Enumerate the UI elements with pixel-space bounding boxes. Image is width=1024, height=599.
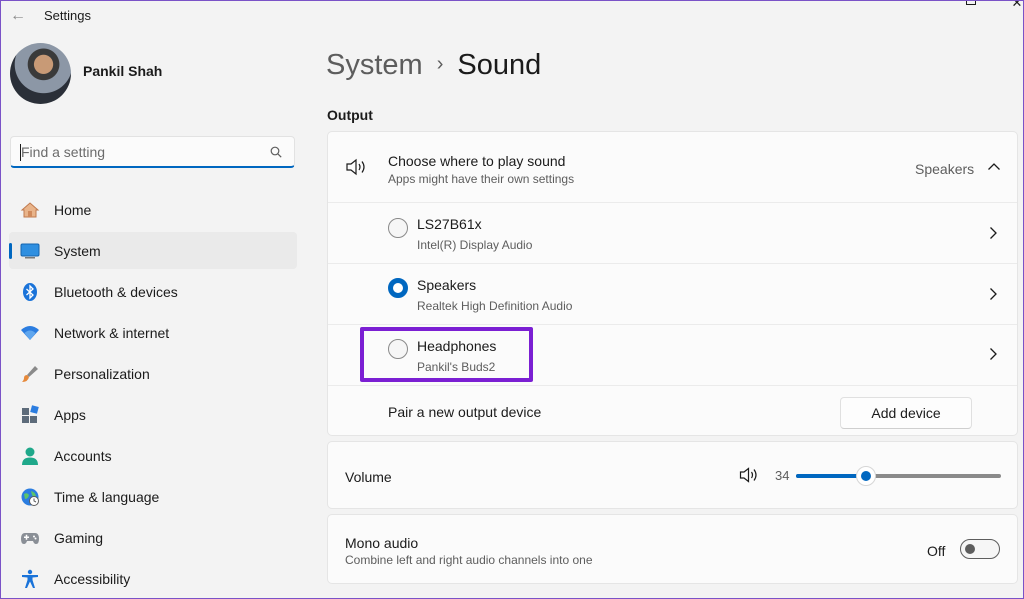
- sidebar-item-system[interactable]: System: [9, 232, 297, 269]
- output-device-row[interactable]: Speakers Realtek High Definition Audio: [328, 263, 1017, 324]
- device-description: Realtek High Definition Audio: [417, 299, 573, 313]
- sidebar-item-label: Accessibility: [54, 571, 131, 587]
- globe-clock-icon: [21, 488, 39, 506]
- output-selector-title: Choose where to play sound: [388, 153, 566, 169]
- output-device-row[interactable]: LS27B61x Intel(R) Display Audio: [328, 202, 1017, 263]
- selected-output-value: Speakers: [915, 161, 975, 177]
- volume-slider-thumb[interactable]: [855, 466, 876, 486]
- close-button[interactable]: ✕: [1007, 1, 1023, 11]
- avatar: [10, 43, 71, 104]
- sidebar-item-label: System: [54, 243, 101, 259]
- apps-icon: [22, 405, 39, 423]
- sidebar-item-label: Personalization: [54, 366, 150, 382]
- add-device-button[interactable]: Add device: [840, 397, 972, 429]
- settings-window: ← Settings ✕ Pankil Shah Find a setting …: [0, 0, 1024, 599]
- volume-label: Volume: [345, 469, 392, 485]
- mono-audio-toggle[interactable]: [960, 539, 1000, 559]
- device-description: Intel(R) Display Audio: [417, 238, 533, 252]
- radio-button-selected[interactable]: [388, 278, 408, 298]
- sidebar-item-label: Time & language: [54, 489, 160, 505]
- breadcrumb: System › Sound: [326, 49, 541, 82]
- mono-audio-subtitle: Combine left and right audio channels in…: [345, 553, 593, 567]
- minimize-button[interactable]: [913, 1, 933, 11]
- radio-button[interactable]: [388, 218, 408, 238]
- gamepad-icon: [21, 533, 39, 544]
- accounts-icon: [22, 447, 38, 465]
- pair-device-label: Pair a new output device: [388, 404, 542, 420]
- wifi-icon: [21, 326, 39, 340]
- mono-audio-state: Off: [927, 543, 946, 559]
- chevron-right-icon[interactable]: [987, 287, 999, 301]
- sidebar-item-label: Accounts: [54, 448, 112, 464]
- sidebar-item-bluetooth[interactable]: Bluetooth & devices: [9, 273, 297, 310]
- app-title: Settings: [44, 8, 91, 23]
- output-card: Choose where to play sound Apps might ha…: [327, 131, 1018, 436]
- sidebar-item-time-language[interactable]: Time & language: [9, 478, 297, 515]
- volume-slider[interactable]: [796, 466, 1001, 486]
- search-box[interactable]: Find a setting: [10, 136, 295, 168]
- sidebar-item-network[interactable]: Network & internet: [9, 314, 297, 351]
- sidebar-item-label: Gaming: [54, 530, 104, 546]
- volume-card: Volume 34: [327, 441, 1018, 509]
- search-input[interactable]: Find a setting: [21, 144, 105, 160]
- search-icon: [270, 146, 282, 158]
- breadcrumb-system-link[interactable]: System: [326, 49, 423, 81]
- speaker-icon: [346, 158, 365, 176]
- sidebar-item-apps[interactable]: Apps: [9, 396, 297, 433]
- highlight-box: [360, 327, 533, 382]
- sidebar-item-label: Network & internet: [54, 325, 170, 341]
- sidebar-item-gaming[interactable]: Gaming: [9, 519, 297, 556]
- sidebar-item-home[interactable]: Home: [9, 191, 297, 228]
- sidebar-item-label: Home: [54, 202, 92, 218]
- sidebar-item-accessibility[interactable]: Accessibility: [9, 560, 297, 597]
- output-selector-subtitle: Apps might have their own settings: [388, 172, 575, 186]
- volume-value: 34: [775, 468, 790, 483]
- speaker-icon[interactable]: [739, 467, 759, 483]
- sidebar-item-label: Apps: [54, 407, 86, 423]
- home-icon: [20, 202, 40, 218]
- sidebar-nav: Home System Bluetooth & devices Network …: [9, 191, 297, 598]
- bluetooth-icon: [23, 283, 37, 301]
- page-title: Sound: [457, 49, 542, 81]
- device-name: LS27B61x: [417, 216, 482, 232]
- back-arrow-icon[interactable]: ←: [9, 7, 27, 25]
- brush-icon: [22, 366, 38, 382]
- pair-device-row: Pair a new output device Add device: [328, 385, 1017, 437]
- sidebar-item-personalization[interactable]: Personalization: [9, 355, 297, 392]
- accessibility-icon: [22, 569, 38, 588]
- mono-audio-card: Mono audio Combine left and right audio …: [327, 514, 1018, 584]
- sidebar-item-accounts[interactable]: Accounts: [9, 437, 297, 474]
- chevron-right-icon[interactable]: [987, 226, 999, 240]
- sidebar-item-label: Bluetooth & devices: [54, 284, 178, 300]
- mono-audio-title: Mono audio: [345, 535, 419, 551]
- profile-name: Pankil Shah: [83, 63, 163, 79]
- system-icon: [20, 243, 40, 259]
- chevron-right-icon[interactable]: [987, 347, 999, 361]
- chevron-up-icon[interactable]: [987, 162, 1001, 171]
- output-device-selector[interactable]: Choose where to play sound Apps might ha…: [328, 132, 1017, 202]
- device-name: Speakers: [417, 277, 477, 293]
- maximize-button[interactable]: [961, 1, 981, 11]
- title-bar: ← Settings ✕: [1, 1, 1023, 31]
- breadcrumb-separator: ›: [436, 53, 444, 75]
- section-label-output: Output: [327, 107, 373, 123]
